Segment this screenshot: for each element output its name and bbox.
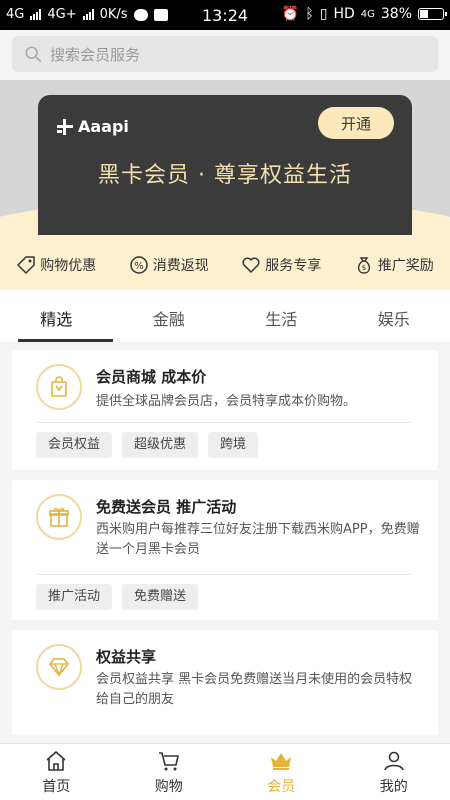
list-item-member-mall[interactable]: 会员商城 成本价 提供全球品牌会员店，会员特享成本价购物。 会员权益 超级优惠 … xyxy=(12,350,438,470)
category-tabs: 精选 金融 生活 娱乐 xyxy=(0,290,450,342)
heart-icon xyxy=(242,257,260,273)
card-slogan: 黑卡会员 · 尊享权益生活 xyxy=(98,163,352,188)
nav-label: 会员 xyxy=(267,779,296,795)
tag[interactable]: 会员权益 xyxy=(36,432,113,458)
item-description: 西米购用户每推荐三位好友注册下载西米购APP，免费赠送一个月黑卡会员 xyxy=(96,522,420,557)
nav-member[interactable]: 会员 xyxy=(225,744,338,800)
item-divider xyxy=(36,422,412,423)
crown-icon xyxy=(271,753,292,770)
svg-text:%: % xyxy=(134,261,144,272)
item-title: 会员商城 成本价 xyxy=(96,368,207,386)
tag-icon xyxy=(17,256,35,274)
item-tags: 推广活动 免费赠送 xyxy=(36,584,199,610)
diamond-icon xyxy=(36,644,82,690)
cart-icon xyxy=(158,752,179,771)
nav-home[interactable]: 首页 xyxy=(0,744,113,800)
nav-label: 首页 xyxy=(42,779,71,795)
perk-referral[interactable]: $ 推广奖励 xyxy=(354,255,434,275)
search-placeholder: 搜索会员服务 xyxy=(50,45,141,64)
brand-logo: Aaapi xyxy=(56,117,129,136)
brand-mark-icon xyxy=(57,118,73,135)
perk-label: 推广奖励 xyxy=(377,258,434,274)
user-icon xyxy=(383,751,404,771)
perk-service[interactable]: 服务专享 xyxy=(241,255,321,275)
bottom-navigation: 首页 购物 会员 我的 xyxy=(0,743,450,800)
money-bag-icon: $ xyxy=(357,257,370,274)
tag[interactable]: 推广活动 xyxy=(36,584,113,610)
percent-icon: % xyxy=(130,256,148,274)
black-card: Aaapi 开通 黑卡会员 · 尊享权益生活 xyxy=(38,95,412,235)
svg-text:$: $ xyxy=(362,264,366,272)
tag[interactable]: 跨境 xyxy=(208,432,259,458)
tab-featured[interactable]: 精选 xyxy=(0,290,113,342)
tab-finance[interactable]: 金融 xyxy=(113,290,226,342)
nav-label: 购物 xyxy=(154,779,183,795)
item-divider xyxy=(36,574,412,575)
hd-label: HD xyxy=(333,6,355,22)
item-title: 免费送会员 推广活动 xyxy=(96,498,237,516)
list-item-benefit-sharing[interactable]: 权益共享 会员权益共享 黑卡会员免费赠送当月未使用的会员特权给自己的朋友 xyxy=(12,630,438,735)
nav-label: 我的 xyxy=(379,779,408,795)
list-item-free-membership[interactable]: 免费送会员 推广活动 西米购用户每推荐三位好友注册下载西米购APP，免费赠送一个… xyxy=(12,480,438,620)
home-icon xyxy=(46,751,66,771)
gift-icon xyxy=(36,494,82,540)
search-bar: 搜索会员服务 xyxy=(0,30,450,80)
status-bar: 4G 4G+ 0K/s 13:24 ⏰ ᛒ ▯ HD 4G 38% xyxy=(0,0,450,30)
bluetooth-icon: ᛒ xyxy=(305,6,314,22)
tab-life[interactable]: 生活 xyxy=(225,290,338,342)
alarm-icon: ⏰ xyxy=(281,6,300,22)
item-description: 会员权益共享 黑卡会员免费赠送当月未使用的会员特权给自己的朋友 xyxy=(96,672,413,707)
tag[interactable]: 免费赠送 xyxy=(122,584,199,610)
tab-entertainment[interactable]: 娱乐 xyxy=(338,290,450,342)
battery-percent: 38% xyxy=(380,6,412,22)
tag[interactable]: 超级优惠 xyxy=(122,432,199,458)
nav-profile[interactable]: 我的 xyxy=(338,744,450,800)
battery-icon xyxy=(418,8,447,20)
search-icon xyxy=(25,46,42,63)
perk-label: 购物优惠 xyxy=(40,258,97,274)
search-input[interactable]: 搜索会员服务 xyxy=(12,36,438,72)
item-description: 提供全球品牌会员店，会员特享成本价购物。 xyxy=(96,394,357,409)
perk-shopping[interactable]: 购物优惠 xyxy=(16,255,96,275)
open-membership-button[interactable]: 开通 xyxy=(318,107,394,139)
nav-shopping[interactable]: 购物 xyxy=(113,744,226,800)
vibrate-icon: ▯ xyxy=(319,6,328,22)
perk-label: 消费返现 xyxy=(152,258,209,274)
shopping-bag-icon xyxy=(36,364,82,410)
brand-name: Aaapi xyxy=(78,117,129,136)
network-label-3: 4G xyxy=(360,8,375,20)
item-title: 权益共享 xyxy=(96,648,157,666)
perks-row: 购物优惠 % 消费返现 服务专享 $ 推广奖励 xyxy=(0,240,450,290)
perk-cashback[interactable]: % 消费返现 xyxy=(129,255,209,275)
perk-label: 服务专享 xyxy=(265,258,322,274)
item-tags: 会员权益 超级优惠 跨境 xyxy=(36,432,259,458)
